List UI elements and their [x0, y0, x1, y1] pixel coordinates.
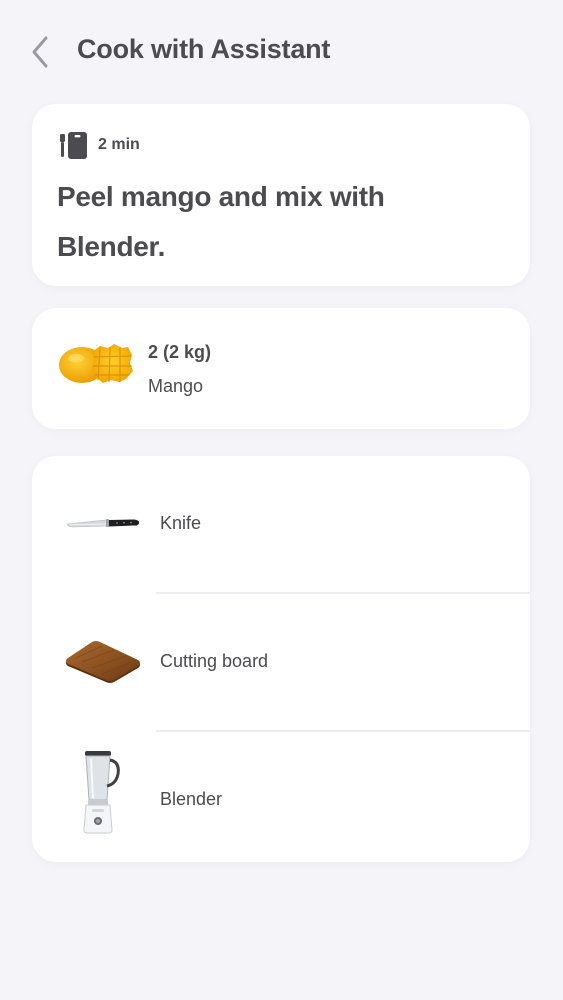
blender-image	[83, 751, 120, 834]
tool-row-cutting-board[interactable]: Cutting board	[32, 594, 530, 732]
page-title: Cook with Assistant	[77, 34, 331, 64]
tool-row-blender[interactable]: Blender	[32, 732, 530, 862]
step-time: 2 min	[98, 136, 140, 153]
step-meta: 2 min	[59, 130, 140, 160]
header: Cook with Assistant	[0, 0, 563, 104]
knife-image	[66, 519, 140, 528]
mango-image	[59, 344, 133, 383]
cutting-board-image	[66, 641, 140, 683]
ingredient-card[interactable]: 2 (2 kg) Mango	[32, 308, 530, 429]
tool-label: Blender	[160, 789, 223, 809]
step-instruction: Peel mango and mix with Blender.	[57, 181, 385, 262]
tool-label: Cutting board	[160, 651, 269, 671]
tools-card: Knife Cutting board Blender	[32, 456, 530, 862]
cook-assistant-screen: Cook with Assistant 2 min Peel mango and…	[0, 0, 563, 1000]
back-button[interactable]	[22, 32, 58, 72]
ingredient-amount: 2 (2 kg)	[148, 342, 212, 362]
tool-row-knife[interactable]: Knife	[32, 456, 530, 594]
ingredient-name: Mango	[148, 376, 204, 396]
step-card: 2 min Peel mango and mix with Blender.	[32, 104, 530, 286]
cutting-board-knife-icon	[60, 131, 87, 159]
chevron-left-icon	[32, 36, 48, 68]
tool-label: Knife	[160, 513, 202, 533]
